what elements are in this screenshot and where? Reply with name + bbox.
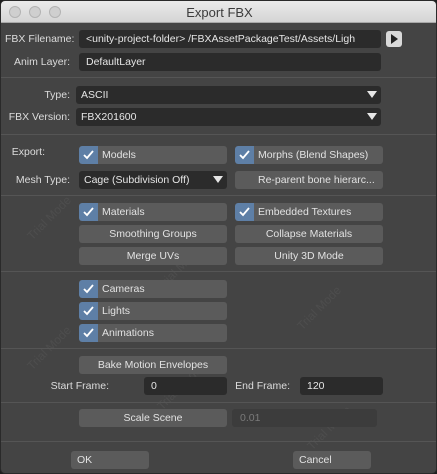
anim-layer-label: Anim Layer: bbox=[13, 56, 70, 68]
trial-watermark: Trial Mode bbox=[294, 283, 344, 333]
reparent-bone-checkbox[interactable]: Re-parent bone hierarc... bbox=[235, 171, 383, 189]
divider bbox=[1, 348, 436, 349]
scale-scene-value-field[interactable]: 0.01 bbox=[232, 409, 377, 427]
window-title: Export FBX bbox=[186, 5, 253, 20]
mesh-type-dropdown[interactable]: Cage (Subdivision Off) bbox=[79, 171, 227, 189]
divider bbox=[1, 441, 436, 442]
cameras-checkbox[interactable]: Cameras bbox=[79, 280, 227, 298]
checkmark-icon bbox=[79, 203, 98, 221]
export-fbx-dialog: Export FBX Trial Mode Trial Mode Trial M… bbox=[0, 0, 437, 474]
browse-button[interactable] bbox=[386, 31, 402, 47]
divider bbox=[1, 195, 436, 196]
end-frame-field[interactable]: 120 bbox=[300, 377, 383, 395]
bake-motion-envelopes-toggle[interactable]: Bake Motion Envelopes bbox=[79, 356, 227, 374]
models-checkbox[interactable]: Models bbox=[79, 146, 227, 164]
mesh-type-label: Mesh Type: bbox=[15, 174, 70, 186]
trial-watermark: Trial Mode bbox=[24, 193, 74, 243]
checkmark-icon bbox=[79, 324, 98, 342]
title-bar: Export FBX bbox=[1, 1, 436, 23]
unity-3d-mode-toggle[interactable]: Unity 3D Mode bbox=[235, 247, 383, 265]
checkmark-icon bbox=[235, 203, 254, 221]
chevron-down-icon bbox=[213, 176, 223, 183]
type-value: ASCII bbox=[81, 89, 109, 101]
type-dropdown[interactable]: ASCII bbox=[76, 86, 381, 104]
animations-label: Animations bbox=[102, 327, 154, 339]
chevron-down-icon bbox=[367, 113, 377, 120]
smoothing-groups-toggle[interactable]: Smoothing Groups bbox=[79, 225, 227, 243]
scale-scene-toggle[interactable]: Scale Scene bbox=[79, 409, 227, 427]
materials-checkbox[interactable]: Materials bbox=[79, 203, 227, 221]
start-frame-label: Start Frame: bbox=[50, 380, 109, 392]
models-label: Models bbox=[102, 149, 136, 161]
play-arrow-icon bbox=[391, 34, 398, 44]
fbx-version-value: FBX201600 bbox=[81, 111, 137, 123]
start-frame-field[interactable]: 0 bbox=[144, 377, 227, 395]
fbx-filename-field[interactable]: <unity-project-folder> /FBXAssetPackageT… bbox=[79, 30, 381, 48]
anim-layer-field[interactable]: DefaultLayer bbox=[79, 53, 381, 71]
ok-button[interactable]: OK bbox=[71, 451, 149, 469]
embedded-textures-label: Embedded Textures bbox=[258, 206, 352, 218]
checkmark-icon bbox=[79, 146, 98, 164]
cancel-button[interactable]: Cancel bbox=[293, 451, 371, 469]
embedded-textures-checkbox[interactable]: Embedded Textures bbox=[235, 203, 383, 221]
chevron-down-icon bbox=[367, 91, 377, 98]
materials-label: Materials bbox=[102, 206, 145, 218]
checkmark-icon bbox=[79, 302, 98, 320]
export-label: Export: bbox=[11, 146, 45, 158]
merge-uvs-toggle[interactable]: Merge UVs bbox=[79, 247, 227, 265]
divider bbox=[1, 402, 436, 403]
lights-label: Lights bbox=[102, 305, 131, 317]
fbx-version-label: FBX Version: bbox=[8, 111, 70, 123]
lights-checkbox[interactable]: Lights bbox=[79, 302, 227, 320]
checkmark-icon bbox=[79, 280, 98, 298]
mesh-type-value: Cage (Subdivision Off) bbox=[84, 174, 190, 186]
end-frame-label: End Frame: bbox=[235, 380, 290, 392]
morphs-label: Morphs (Blend Shapes) bbox=[258, 149, 369, 161]
divider bbox=[1, 134, 436, 135]
fbx-version-dropdown[interactable]: FBX201600 bbox=[76, 108, 381, 126]
divider bbox=[1, 271, 436, 272]
checkmark-icon bbox=[235, 146, 254, 164]
fbx-filename-label: FBX Filename: bbox=[5, 33, 75, 45]
reparent-bone-label: Re-parent bone hierarc... bbox=[258, 174, 375, 186]
collapse-materials-toggle[interactable]: Collapse Materials bbox=[235, 225, 383, 243]
morphs-checkbox[interactable]: Morphs (Blend Shapes) bbox=[235, 146, 383, 164]
animations-checkbox[interactable]: Animations bbox=[79, 324, 227, 342]
cameras-label: Cameras bbox=[102, 283, 145, 295]
divider bbox=[1, 77, 436, 78]
type-label: Type: bbox=[44, 89, 70, 101]
